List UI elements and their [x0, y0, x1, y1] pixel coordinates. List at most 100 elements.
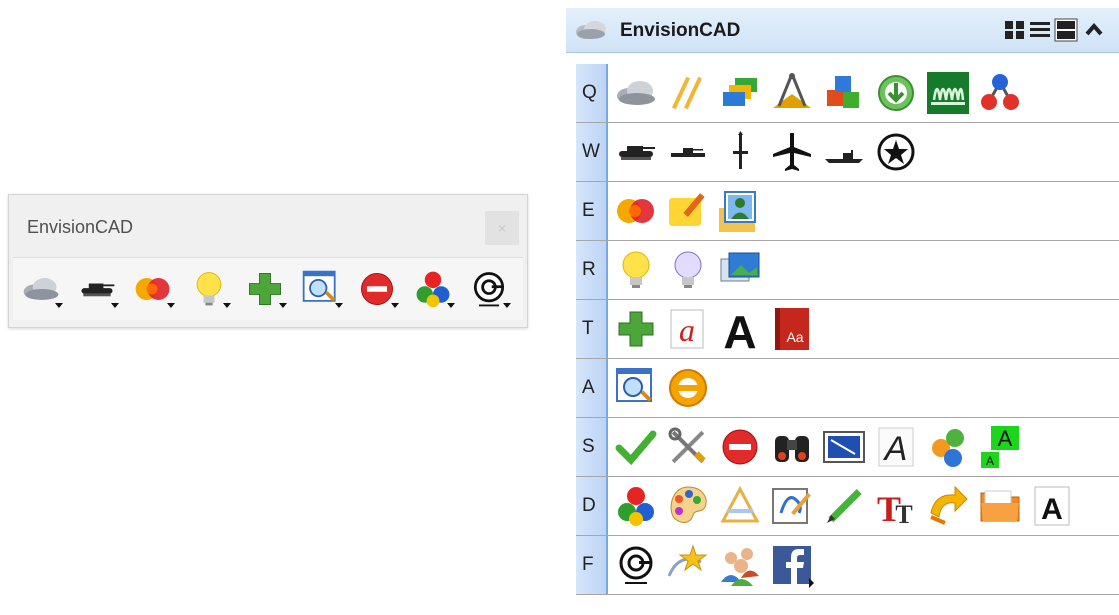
- tool-button-note-pencil[interactable]: [662, 185, 714, 237]
- tool-button-italic-a-outline[interactable]: A: [870, 421, 922, 473]
- tool-button-users-group[interactable]: [714, 539, 766, 591]
- tool-button-stacked-layers[interactable]: [714, 67, 766, 119]
- tool-button-lightbulb-yellow[interactable]: [610, 244, 662, 296]
- tool-button-orange-folder[interactable]: [974, 480, 1026, 532]
- shortcut-key-label: A: [576, 359, 608, 417]
- tool-button-triangle-ruler[interactable]: [714, 480, 766, 532]
- star-swoosh-icon: [667, 544, 708, 577]
- shortcut-row-f: F: [576, 536, 1119, 595]
- tool-button-tank[interactable]: [610, 126, 662, 178]
- tool-button-green-pencil[interactable]: [818, 480, 870, 532]
- toolbox-button-row: [13, 257, 523, 320]
- tool-button-pencils[interactable]: [662, 67, 714, 119]
- shortcut-key-label: W: [576, 123, 608, 181]
- tool-button-download-arrow[interactable]: [870, 67, 922, 119]
- shortcut-icon-group: [608, 362, 714, 414]
- tool-button-circles-person[interactable]: [922, 421, 974, 473]
- tool-button-no-entry[interactable]: [714, 421, 766, 473]
- tool-button-cloud[interactable]: [610, 67, 662, 119]
- tank-icon: [619, 146, 655, 160]
- tool-button-font-book[interactable]: Aa: [766, 303, 818, 355]
- tool-button-magnifier-window[interactable]: [610, 362, 662, 414]
- toolbox-button-no-entry[interactable]: [349, 264, 405, 314]
- missile-icon: [733, 131, 748, 169]
- tool-button-overlap-circles[interactable]: [610, 185, 662, 237]
- cloud-icon: [576, 21, 606, 39]
- tool-button-image-person[interactable]: [714, 185, 766, 237]
- green-text-a-icon: AA: [981, 426, 1019, 468]
- bold-a-box-icon: A: [1034, 486, 1070, 526]
- collapse-icon[interactable]: [1082, 18, 1106, 42]
- toolbox-close-button[interactable]: ×: [485, 211, 519, 245]
- users-group-icon: [721, 548, 759, 586]
- tool-button-binoculars[interactable]: [766, 421, 818, 473]
- tool-button-bold-a[interactable]: A: [714, 303, 766, 355]
- tool-button-lightbulb-purple[interactable]: [662, 244, 714, 296]
- tool-button-italic-a[interactable]: a: [662, 303, 714, 355]
- toolbox-button-tank[interactable]: [69, 264, 125, 314]
- tool-button-pen-frame[interactable]: [766, 480, 818, 532]
- list-view-icon[interactable]: [1028, 18, 1052, 42]
- toolbox-button-cloud[interactable]: [13, 264, 69, 314]
- large-view-icon[interactable]: [1054, 18, 1078, 42]
- toolbox-button-lightbulb[interactable]: [181, 264, 237, 314]
- tool-button-star-swoosh[interactable]: [662, 539, 714, 591]
- wiring-icon: [927, 72, 969, 114]
- submenu-arrow-icon: [809, 578, 814, 588]
- tool-button-picture-frame[interactable]: [818, 421, 870, 473]
- toolbox-button-color-balls[interactable]: [405, 264, 461, 314]
- toolbox-button-magnifier-window[interactable]: [293, 264, 349, 314]
- tool-button-compass[interactable]: [766, 67, 818, 119]
- tool-button-at-target[interactable]: [610, 539, 662, 591]
- star-circle-icon: [877, 133, 915, 171]
- tool-button-green-text-a[interactable]: AA: [974, 421, 1026, 473]
- dropdown-arrow-icon: [447, 303, 455, 308]
- tt-text-icon: TT: [877, 489, 913, 529]
- font-book-icon: Aa: [775, 308, 809, 350]
- green-pencil-icon: [827, 489, 862, 523]
- tool-button-cubes[interactable]: [818, 67, 870, 119]
- dropdown-arrow-icon: [279, 303, 287, 308]
- tool-button-tools[interactable]: [662, 421, 714, 473]
- toolbox-button-at-target[interactable]: [461, 264, 517, 314]
- tool-button-airplane[interactable]: [766, 126, 818, 178]
- shortcut-row-t: Ta A Aa: [576, 300, 1119, 359]
- shortcut-key-label: T: [576, 300, 608, 358]
- tool-button-network-nodes[interactable]: [974, 67, 1026, 119]
- tool-button-photos[interactable]: [714, 244, 766, 296]
- binoculars-icon: [775, 436, 809, 462]
- tool-button-green-cross[interactable]: [610, 303, 662, 355]
- dropdown-arrow-icon: [503, 303, 511, 308]
- tool-button-facebook[interactable]: [766, 539, 818, 591]
- shortcut-row-d: D TT A: [576, 477, 1119, 536]
- shortcut-icon-group: [608, 539, 818, 591]
- airplane-icon: [773, 133, 811, 171]
- shortcut-row-q: Q: [576, 64, 1119, 123]
- tool-button-ship[interactable]: [818, 126, 870, 178]
- grid-view-icon[interactable]: [1003, 18, 1027, 42]
- dropdown-arrow-icon: [335, 303, 343, 308]
- tool-button-palette[interactable]: [662, 480, 714, 532]
- tool-button-star-circle[interactable]: [870, 126, 922, 178]
- shortcut-icon-group: [608, 126, 922, 178]
- shortcut-row-w: W: [576, 123, 1119, 182]
- tool-button-yellow-arrow[interactable]: [922, 480, 974, 532]
- svg-text:Aa: Aa: [786, 329, 803, 345]
- shortcut-key-label: S: [576, 418, 608, 476]
- shortcut-key-label: F: [576, 536, 608, 594]
- tool-button-bold-a-box[interactable]: A: [1026, 480, 1078, 532]
- tool-button-wiring[interactable]: [922, 67, 974, 119]
- ship-icon: [825, 150, 863, 163]
- tool-button-color-balls[interactable]: [610, 480, 662, 532]
- tool-button-checkmark[interactable]: [610, 421, 662, 473]
- toolbox-button-green-cross[interactable]: [237, 264, 293, 314]
- tool-button-refresh-orange[interactable]: [662, 362, 714, 414]
- no-entry-icon: [722, 429, 758, 465]
- shortcut-key-label: R: [576, 241, 608, 299]
- tools-icon: [668, 427, 706, 464]
- tool-button-boat[interactable]: [662, 126, 714, 178]
- tool-button-missile[interactable]: [714, 126, 766, 178]
- tool-button-tt-text[interactable]: TT: [870, 480, 922, 532]
- toolbox-button-overlap-circles[interactable]: [125, 264, 181, 314]
- shortcut-row-s: SAAA: [576, 418, 1119, 477]
